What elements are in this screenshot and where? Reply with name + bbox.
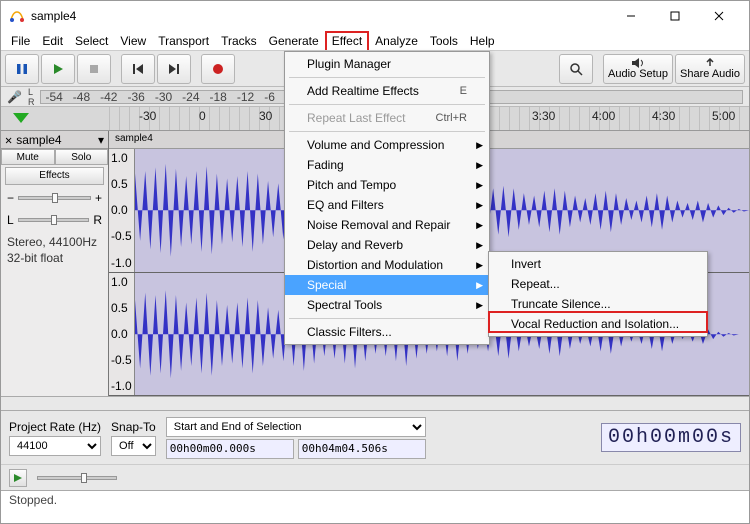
menu-file[interactable]: File (5, 32, 36, 50)
play-at-speed-button[interactable] (9, 469, 27, 487)
menu-effect[interactable]: Effect (325, 31, 369, 50)
stop-button[interactable] (77, 54, 111, 84)
menu-item-truncate-silence[interactable]: Truncate Silence... (489, 294, 707, 314)
selection-start-field[interactable] (166, 439, 294, 459)
pan-slider[interactable]: LR (7, 213, 102, 227)
snap-to-select[interactable]: Off (111, 436, 156, 456)
track-name[interactable]: sample4 (16, 133, 61, 147)
menu-item-vocal-reduction-and-isolation[interactable]: Vocal Reduction and Isolation... (489, 314, 707, 334)
timeline-tick: 3:30 (532, 109, 555, 123)
maximize-button[interactable] (653, 2, 697, 30)
submenu-arrow-icon: ▶ (476, 280, 483, 291)
special-submenu: InvertRepeat...Truncate Silence...Vocal … (488, 251, 708, 337)
menu-item-fading[interactable]: Fading▶ (285, 155, 489, 175)
mute-button[interactable]: Mute (1, 149, 55, 165)
track-control-panel: ✕ sample4 ▾ Mute Solo Effects −+ LR Ster… (1, 131, 109, 396)
effect-menu: Plugin Manager Add Realtime EffectsE Repea… (284, 51, 490, 345)
menu-item-spectral-tools[interactable]: Spectral Tools▶ (285, 295, 489, 315)
submenu-arrow-icon: ▶ (476, 260, 483, 271)
snap-to-label: Snap-To (111, 420, 156, 434)
menu-item-distortion-and-modulation[interactable]: Distortion and Modulation▶ (285, 255, 489, 275)
timeline-tick: 4:30 (652, 109, 675, 123)
skip-start-button[interactable] (121, 54, 155, 84)
titlebar: sample4 (1, 1, 749, 31)
speaker-icon (631, 58, 645, 68)
app-logo-icon (9, 8, 25, 24)
menu-item-plugin-manager[interactable]: Plugin Manager (285, 54, 489, 74)
playback-speed-slider[interactable] (37, 476, 117, 480)
menu-item-repeat[interactable]: Repeat... (489, 274, 707, 294)
menu-item-classic-filters-[interactable]: Classic Filters... (285, 322, 489, 342)
menu-item-special[interactable]: Special▶ (285, 275, 489, 295)
timeline-tick: -30 (139, 109, 156, 123)
menubar: File Edit Select View Transport Tracks G… (1, 31, 749, 51)
timeline-tick: 5:00 (712, 109, 735, 123)
menu-transport[interactable]: Transport (152, 32, 215, 50)
submenu-arrow-icon: ▶ (476, 220, 483, 231)
share-icon (704, 58, 716, 68)
menu-tools[interactable]: Tools (424, 32, 464, 50)
submenu-arrow-icon: ▶ (476, 180, 483, 191)
menu-analyze[interactable]: Analyze (369, 32, 424, 50)
submenu-arrow-icon: ▶ (476, 300, 483, 311)
track-format-info: Stereo, 44100Hz 32-bit float (1, 231, 108, 270)
menu-edit[interactable]: Edit (36, 32, 69, 50)
menu-item-delay-and-reverb[interactable]: Delay and Reverb▶ (285, 235, 489, 255)
timeline-tick: 0 (199, 109, 206, 123)
track-close-icon[interactable]: ✕ (5, 133, 12, 147)
record-button[interactable] (201, 54, 235, 84)
close-button[interactable] (697, 2, 741, 30)
gain-slider[interactable]: −+ (7, 191, 102, 205)
menu-item-add-realtime-effects[interactable]: Add Realtime EffectsE (285, 81, 489, 101)
selection-mode-select[interactable]: Start and End of Selection (166, 417, 426, 437)
track-dropdown-icon[interactable]: ▾ (98, 133, 104, 147)
track-effects-button[interactable]: Effects (5, 167, 104, 185)
horizontal-scrollbar[interactable] (1, 396, 749, 410)
status-bar: Stopped. (1, 490, 749, 510)
play-at-speed-toolbar (1, 464, 749, 490)
menu-item-volume-and-compression[interactable]: Volume and Compression▶ (285, 135, 489, 155)
submenu-arrow-icon: ▶ (476, 200, 483, 211)
play-button[interactable] (41, 54, 75, 84)
skip-end-button[interactable] (157, 54, 191, 84)
solo-button[interactable]: Solo (55, 149, 109, 165)
menu-item-repeat-last-effect: Repeat Last EffectCtrl+R (285, 108, 489, 128)
menu-item-noise-removal-and-repair[interactable]: Noise Removal and Repair▶ (285, 215, 489, 235)
time-counter[interactable]: 00h00m00s (601, 423, 741, 452)
project-rate-select[interactable]: 44100 (9, 436, 101, 456)
audio-setup-button[interactable]: Audio Setup (603, 54, 673, 84)
playhead-icon[interactable] (13, 113, 29, 123)
menu-help[interactable]: Help (464, 32, 501, 50)
timeline-tick: 4:00 (592, 109, 615, 123)
window-title: sample4 (31, 9, 609, 23)
menu-select[interactable]: Select (69, 32, 114, 50)
submenu-arrow-icon: ▶ (476, 160, 483, 171)
mic-icon[interactable]: 🎤 (7, 90, 22, 104)
pause-button[interactable] (5, 54, 39, 84)
project-rate-label: Project Rate (Hz) (9, 420, 101, 434)
menu-item-eq-and-filters[interactable]: EQ and Filters▶ (285, 195, 489, 215)
menu-generate[interactable]: Generate (263, 32, 325, 50)
menu-item-pitch-and-tempo[interactable]: Pitch and Tempo▶ (285, 175, 489, 195)
selection-end-field[interactable] (298, 439, 426, 459)
minimize-button[interactable] (609, 2, 653, 30)
zoom-button[interactable] (559, 54, 593, 84)
timeline-tick: 30 (259, 109, 272, 123)
share-audio-button[interactable]: Share Audio (675, 54, 745, 84)
menu-view[interactable]: View (114, 32, 152, 50)
menu-tracks[interactable]: Tracks (215, 32, 263, 50)
submenu-arrow-icon: ▶ (476, 140, 483, 151)
selection-toolbar: Project Rate (Hz) 44100 Snap-To Off Star… (1, 410, 749, 464)
submenu-arrow-icon: ▶ (476, 240, 483, 251)
menu-item-invert[interactable]: Invert (489, 254, 707, 274)
